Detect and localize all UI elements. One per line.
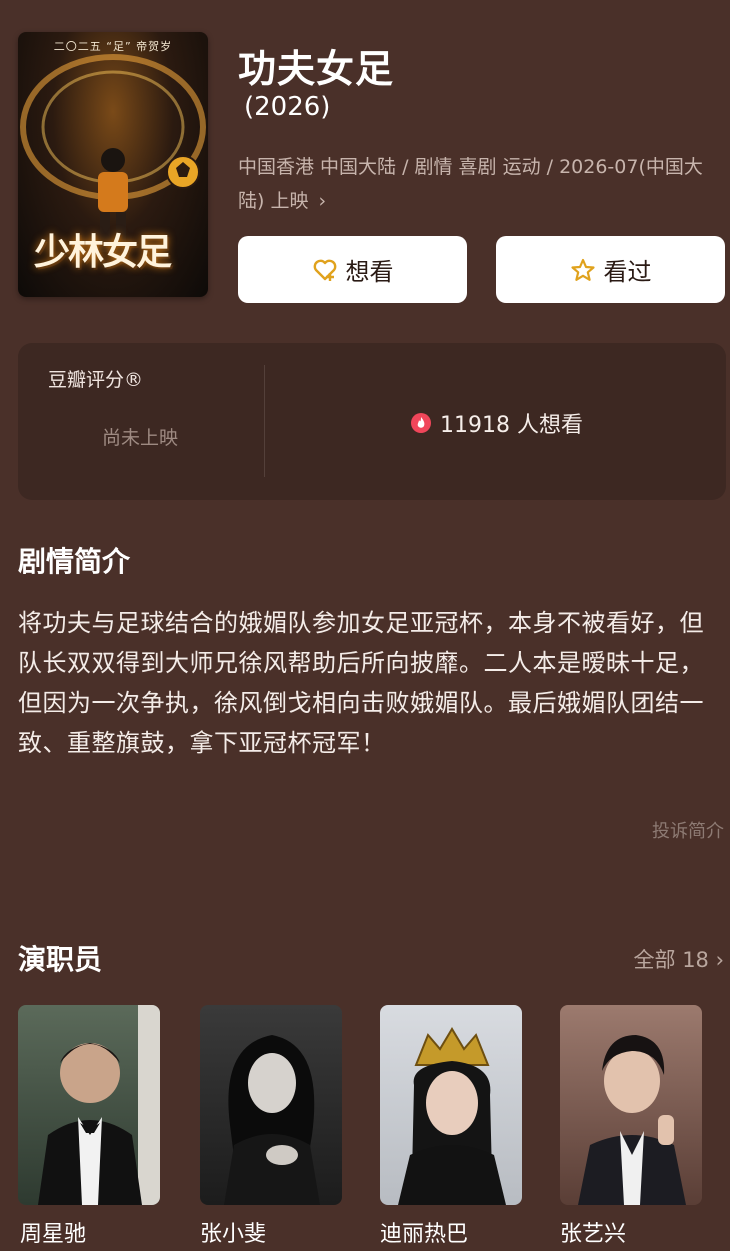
synopsis-title: 剧情简介 xyxy=(18,545,131,578)
cast-name-4[interactable]: 张艺兴 xyxy=(560,1216,626,1248)
movie-title: 功夫女足 xyxy=(238,47,395,91)
rating-label: 豆瓣评分® xyxy=(48,369,144,391)
movie-year: (2026) xyxy=(244,92,331,122)
synopsis-text: 将功夫与足球结合的娥媚队参加女足亚冠杯，本身不被看好，但队长双双得到大师兄徐风帮… xyxy=(18,609,704,757)
cast-all-link[interactable]: 全部 18 › xyxy=(634,944,724,974)
want-to-watch-button[interactable]: 想看 xyxy=(238,236,467,303)
movie-poster[interactable]: 二〇二五 “足” 帝贺岁 少林女足 xyxy=(18,32,208,297)
star-icon xyxy=(570,257,596,283)
cast-photo-1[interactable] xyxy=(18,1005,160,1205)
cast-name-2[interactable]: 张小斐 xyxy=(200,1216,266,1248)
want-to-watch-label: 想看 xyxy=(345,258,394,286)
heart-plus-icon xyxy=(312,257,338,283)
cast-name-3[interactable]: 迪丽热巴 xyxy=(380,1216,468,1248)
cast-photo-4[interactable] xyxy=(560,1005,702,1205)
poster-top-text: 二〇二五 “足” 帝贺岁 xyxy=(53,40,173,53)
rating-status: 尚未上映 xyxy=(102,427,179,449)
cast-name-1[interactable]: 周星驰 xyxy=(20,1216,86,1248)
report-synopsis-link[interactable]: 投诉简介 xyxy=(652,817,724,843)
cast-photo-2[interactable] xyxy=(200,1005,342,1205)
watched-button[interactable]: 看过 xyxy=(496,236,725,303)
cast-photo-3[interactable] xyxy=(380,1005,522,1205)
chevron-right-icon: › xyxy=(318,190,327,212)
rating-divider xyxy=(264,365,265,477)
movie-meta-link[interactable]: 中国香港 中国大陆 / 剧情 喜剧 运动 / 2026-07(中国大陆) 上映 … xyxy=(238,150,724,218)
watched-label: 看过 xyxy=(603,258,652,286)
flame-icon xyxy=(410,412,432,434)
rating-card: 豆瓣评分® 尚未上映 11918 人想看 xyxy=(18,343,726,500)
want-count[interactable]: 11918 人想看 xyxy=(410,407,583,439)
movie-meta-text: 中国香港 中国大陆 / 剧情 喜剧 运动 / 2026-07(中国大陆) 上映 xyxy=(238,156,703,212)
poster-title-art: 少林女足 xyxy=(34,231,172,273)
cast-title: 演职员 xyxy=(18,943,103,976)
want-count-text: 11918 人想看 xyxy=(440,413,583,438)
